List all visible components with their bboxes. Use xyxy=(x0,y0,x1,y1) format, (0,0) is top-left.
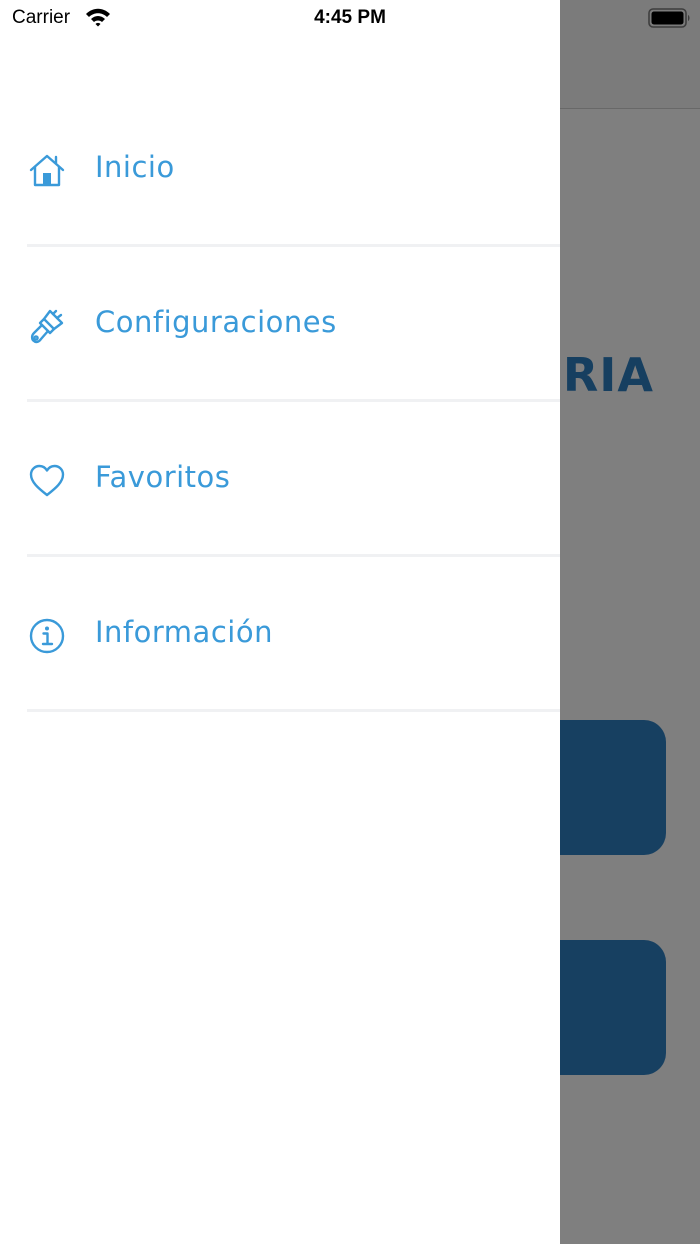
menu-item-informacion[interactable]: Información xyxy=(0,557,560,712)
menu-item-label: Información xyxy=(95,615,273,649)
heart-icon xyxy=(29,464,65,497)
menu-item-configuraciones[interactable]: Configuraciones xyxy=(0,247,560,402)
menu-item-inicio[interactable]: Inicio xyxy=(0,92,560,247)
status-time: 4:45 PM xyxy=(314,7,386,28)
status-bar: Carrier 4:45 PM xyxy=(0,0,700,40)
app-screen: ORIA Inicio xyxy=(0,0,700,1244)
menu-item-label: Inicio xyxy=(95,150,175,184)
info-icon xyxy=(29,618,65,654)
menu-item-label: Configuraciones xyxy=(95,305,337,339)
paintbrush-icon xyxy=(30,309,64,344)
battery-icon xyxy=(648,8,690,28)
side-drawer: Inicio Configuraciones Favoritos Informa… xyxy=(0,0,560,1244)
drawer-menu: Inicio Configuraciones Favoritos Informa… xyxy=(0,92,560,712)
menu-item-label: Favoritos xyxy=(95,460,231,494)
home-icon xyxy=(29,154,65,187)
menu-item-favoritos[interactable]: Favoritos xyxy=(0,402,560,557)
divider xyxy=(27,709,560,712)
